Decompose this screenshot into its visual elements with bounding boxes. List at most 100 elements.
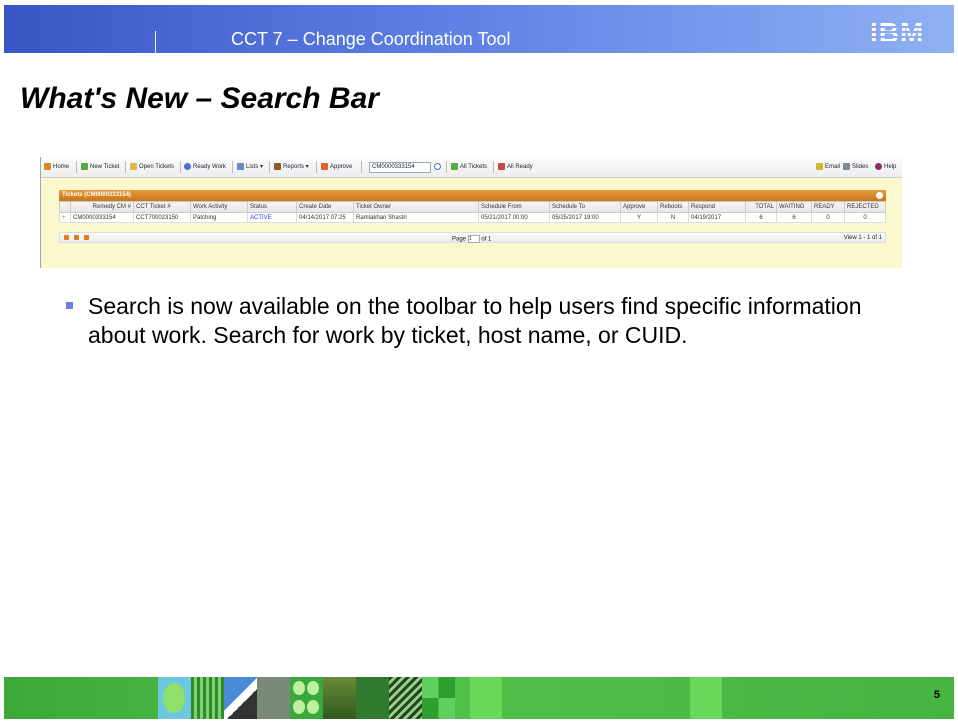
column-header[interactable]: Work Activity [190, 201, 248, 213]
toolbar-help-label: Help [884, 163, 897, 170]
toolbar-separator [446, 161, 447, 173]
toolbar-separator [361, 161, 362, 173]
table-cell: 6 [776, 212, 812, 223]
toolbar-lists-label: Lists ▾ [246, 164, 264, 170]
bullet-marker [66, 302, 73, 309]
app-toolbar: Home New Ticket Open Tickets Ready Work … [41, 157, 902, 178]
ibm-logo: IBM [870, 18, 936, 48]
toolbar-ready-work[interactable]: Ready Work [184, 163, 226, 170]
toolbar-separator [125, 161, 126, 173]
footer-tile [323, 677, 356, 719]
pager-bar: Page 1 of 1 View 1 - 1 of 1 [59, 232, 886, 243]
toolbar-reports-label: Reports ▾ [283, 164, 309, 170]
toolbar-lists[interactable]: Lists ▾ [237, 163, 263, 170]
toolbar-separator [180, 161, 181, 173]
table-cell: 05/21/2017 00:00 [478, 212, 550, 223]
toolbar-open-tickets[interactable]: Open Tickets [130, 163, 174, 170]
table-cell: CM0000333154 [70, 212, 134, 223]
toolbar-reports[interactable]: Reports ▾ [274, 163, 309, 170]
app-screenshot: Home New Ticket Open Tickets Ready Work … [40, 157, 902, 268]
column-header[interactable]: TOTAL [745, 201, 777, 213]
column-header[interactable]: Respond [688, 201, 746, 213]
table-cell: N [657, 212, 689, 223]
column-header[interactable]: Reboots [657, 201, 689, 213]
column-header[interactable] [59, 201, 71, 213]
toolbar-ready-work-label: Ready Work [193, 163, 226, 170]
footer-tile [224, 677, 257, 719]
footer-tile [158, 677, 191, 719]
collapse-icon[interactable] [876, 192, 883, 199]
slide: CCT 7 – Change Coordination Tool IBM Wha… [0, 0, 958, 725]
toolbar-all-ready[interactable]: All Ready [498, 163, 533, 170]
column-header[interactable]: Create Date [296, 201, 354, 213]
table-cell: 05/25/2017 19:00 [549, 212, 621, 223]
tickets-panel-title: Tickets (CM0000333154) [62, 192, 131, 198]
table-cell: 6 [745, 212, 777, 223]
search-input[interactable]: CM0000333154 [369, 162, 431, 173]
toolbar-separator [232, 161, 233, 173]
page-title: What's New – Search Bar [20, 82, 379, 115]
toolbar-all-tickets[interactable]: All Tickets [451, 163, 487, 170]
column-header[interactable]: CCT Ticket # [133, 201, 191, 213]
column-header[interactable]: REJECTED [844, 201, 886, 213]
open-tickets-icon [130, 163, 137, 170]
toolbar-separator [316, 161, 317, 173]
toolbar-email[interactable]: Email [816, 163, 840, 170]
search-icon[interactable] [64, 235, 69, 240]
status-badge: ACTIVE [247, 212, 297, 223]
reports-icon [274, 163, 281, 170]
footer-tile [290, 677, 323, 719]
toolbar-new-ticket-label: New Ticket [90, 163, 120, 170]
pager-tools [64, 235, 89, 240]
toolbar-all-tickets-label: All Tickets [460, 163, 488, 170]
table-cell: 0 [811, 212, 845, 223]
column-header[interactable]: Schedule From [478, 201, 550, 213]
help-icon [875, 163, 882, 170]
expand-icon[interactable]: + [59, 212, 71, 223]
header-bar: CCT 7 – Change Coordination Tool IBM [4, 5, 954, 53]
search-button[interactable] [434, 163, 441, 170]
toolbar-help[interactable]: Help [875, 163, 896, 170]
toolbar-separator [269, 161, 270, 173]
toolbar-home[interactable]: Home [44, 163, 69, 170]
table-cell: 0 [844, 212, 886, 223]
new-ticket-icon [81, 163, 88, 170]
page-input[interactable]: 1 [467, 235, 480, 243]
column-header[interactable]: Approve [620, 201, 658, 213]
all-tickets-icon [451, 163, 458, 170]
table-cell: Y [620, 212, 658, 223]
print-icon[interactable] [74, 235, 79, 240]
all-ready-icon [498, 163, 505, 170]
ibm-logo-text: IBM [870, 18, 936, 48]
toolbar-open-tickets-label: Open Tickets [139, 163, 175, 170]
toolbar-slides-label: Slides [852, 163, 869, 170]
footer-tile [422, 677, 455, 719]
toolbar-approve[interactable]: Approve [321, 163, 352, 170]
pager-controls: Page 1 of 1 [452, 235, 491, 243]
toolbar-new-ticket[interactable]: New Ticket [81, 163, 119, 170]
refresh-icon[interactable] [84, 235, 89, 240]
slides-icon [843, 163, 850, 170]
header-title: CCT 7 – Change Coordination Tool [231, 29, 511, 49]
column-header[interactable]: Schedule To [549, 201, 621, 213]
column-header[interactable]: WAITING [776, 201, 812, 213]
bullet-list: Search is now available on the toolbar t… [64, 292, 864, 350]
bullet-text: Search is now available on the toolbar t… [88, 293, 862, 348]
toolbar-email-label: Email [825, 163, 841, 170]
footer-tile [257, 677, 290, 719]
tickets-panel: Tickets (CM0000333154) Remedy CM # CCT T… [59, 190, 886, 274]
table-row[interactable]: + CM0000333154 CCT700023150 Patching ACT… [59, 212, 886, 223]
toolbar-slides[interactable]: Slides [843, 163, 868, 170]
column-header[interactable]: Status [247, 201, 297, 213]
table-cell: 04/14/2017 07:25 [296, 212, 354, 223]
tickets-table: Remedy CM # CCT Ticket # Work Activity S… [59, 201, 886, 223]
toolbar-all-ready-label: All Ready [507, 163, 533, 170]
footer-tile [470, 677, 502, 719]
column-header[interactable]: Remedy CM # [70, 201, 134, 213]
footer-graphic [158, 677, 455, 719]
table-header-row: Remedy CM # CCT Ticket # Work Activity S… [59, 201, 886, 213]
column-header[interactable]: Ticket Owner [353, 201, 479, 213]
footer-bar: 5 [4, 677, 954, 719]
bullet-item: Search is now available on the toolbar t… [64, 292, 864, 350]
column-header[interactable]: READY [811, 201, 845, 213]
